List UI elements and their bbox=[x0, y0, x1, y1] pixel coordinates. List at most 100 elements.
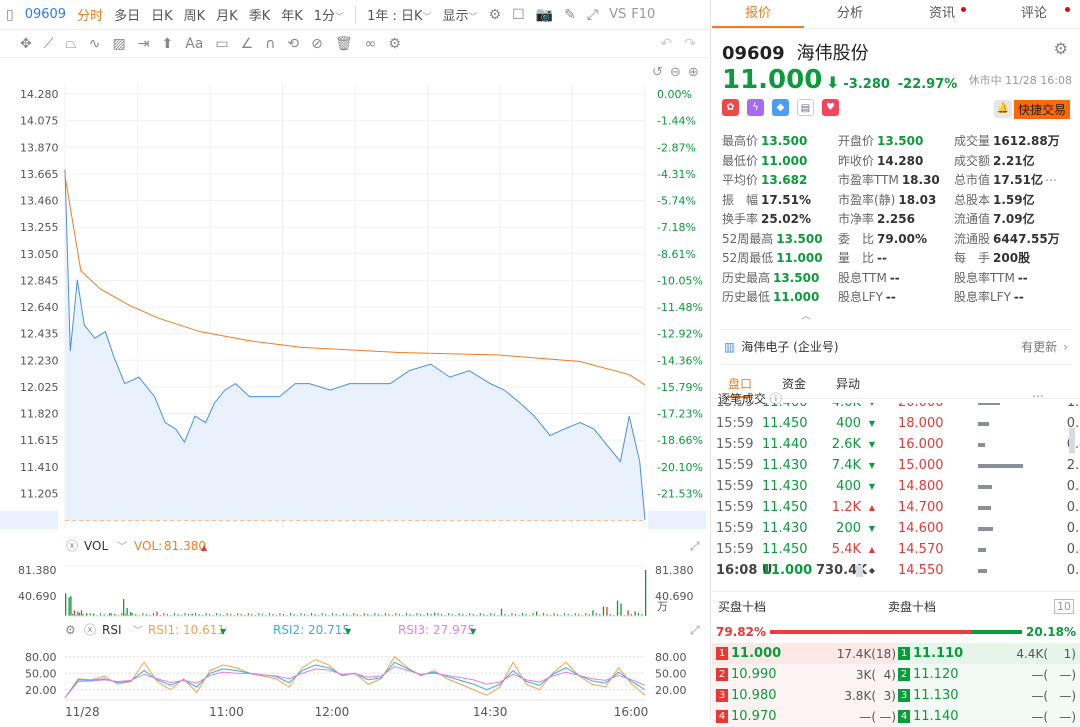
price-chart[interactable]: ↺ ⊖ ⊕ 14.280 0.00% 14.075 -1.44% 13.870 -2.87% 13… bbox=[0, 58, 710, 718]
f10-button[interactable]: F10 bbox=[631, 7, 655, 22]
tab-multiday[interactable]: 多日 bbox=[114, 5, 140, 24]
price-distribution-row: 14.550 0.54% bbox=[898, 560, 1080, 581]
lightning-icon[interactable]: ϟ bbox=[747, 99, 764, 116]
alert-bell-icon[interactable]: 🔔 bbox=[994, 100, 1012, 118]
drawing-toolbar: ✥ ⟋ ⏢ ∿ ▨ ⇥ ⬆ Aa ▭ ∠ ∩ ⟲ ⊘ 🗑 ∞ ⚙ ↶ ↷ bbox=[0, 30, 710, 58]
favorite-heart-icon[interactable]: ♥ bbox=[822, 99, 839, 116]
tab-news[interactable]: 资讯 bbox=[896, 0, 988, 28]
trade-price: 11.450 bbox=[762, 416, 808, 431]
tag-icon[interactable]: ◆ bbox=[772, 99, 789, 116]
tab-quote[interactable]: 报价 bbox=[712, 0, 804, 28]
hk-flag-icon[interactable]: ✿ bbox=[722, 99, 739, 116]
volume-bar bbox=[634, 611, 636, 616]
fib-tool-icon[interactable]: ▨ bbox=[112, 36, 125, 52]
zoom-out-icon: ⊖ bbox=[670, 65, 681, 80]
bid-volume: 3.8K( bbox=[844, 688, 876, 703]
down-arrow-icon: ⬇ bbox=[826, 73, 840, 92]
volume-bar bbox=[65, 593, 67, 616]
enterprise-name: 海伟电子 (企业号) bbox=[741, 340, 839, 354]
tab-daily[interactable]: 日K bbox=[151, 5, 173, 24]
overlay-icon[interactable]: ∞ bbox=[365, 36, 377, 52]
stat-label: 量 比 bbox=[838, 251, 875, 265]
sync-icon[interactable]: ⟲ bbox=[287, 36, 299, 52]
trade-time: 15:59 bbox=[716, 416, 754, 431]
fullscreen-icon[interactable]: ⤢ bbox=[587, 7, 598, 23]
tab-intraday[interactable]: 分时 bbox=[77, 5, 103, 24]
stat-label: 流通股 bbox=[954, 231, 991, 246]
depth-button[interactable]: 10 bbox=[1054, 599, 1074, 614]
hide-icon[interactable]: ⊘ bbox=[311, 36, 323, 52]
vol-tick-right: 81.380 bbox=[655, 564, 694, 577]
bid-ratio: 79.82% bbox=[716, 625, 766, 639]
more-icon[interactable]: ⋯ bbox=[1045, 173, 1057, 187]
angle-icon[interactable]: ∠ bbox=[241, 36, 254, 52]
dist-bar bbox=[978, 505, 991, 510]
down-triangle-icon: ▼ bbox=[868, 461, 875, 470]
dist-price: 14.600 bbox=[898, 521, 944, 536]
dist-bar bbox=[978, 526, 994, 531]
building-icon: ▥ bbox=[724, 339, 736, 354]
range-tool-icon[interactable]: ⇥ bbox=[138, 36, 150, 52]
dist-pct: 0.68% bbox=[1066, 416, 1080, 431]
note-icon[interactable]: ▤ bbox=[797, 99, 814, 116]
collapse-chevron-icon[interactable]: ︿ bbox=[532, 307, 1080, 322]
trade-time: 15:59 bbox=[716, 437, 754, 452]
tab-comments[interactable]: 评论 bbox=[988, 0, 1080, 28]
price-tick: 11.615 bbox=[20, 434, 59, 447]
vs-button[interactable]: VS bbox=[609, 7, 626, 22]
magnet-icon[interactable]: ∩ bbox=[265, 36, 275, 52]
subtab-movement[interactable]: 异动 bbox=[836, 375, 860, 392]
undo-icon[interactable]: ↶ bbox=[661, 36, 673, 52]
settings-icon[interactable]: ⚙ bbox=[388, 36, 401, 52]
display-select[interactable]: 显示﹀ bbox=[443, 5, 478, 24]
settings-icon[interactable]: ⚙ bbox=[489, 7, 502, 23]
rsi-tick-right: 80.00 bbox=[655, 651, 687, 664]
wave-tool-icon[interactable]: ∿ bbox=[89, 36, 101, 52]
stat-item: 量 比 -- bbox=[838, 249, 954, 268]
bid-price: 10.990 bbox=[731, 667, 777, 682]
tab-quarterly[interactable]: 季K bbox=[249, 5, 271, 24]
move-icon[interactable]: ✥ bbox=[20, 36, 32, 52]
dist-price: 14.800 bbox=[898, 479, 944, 494]
stat-value: -- bbox=[885, 290, 896, 304]
price-distribution-row: 16.000 0.44% bbox=[898, 434, 1080, 455]
interval-select[interactable]: 1分﹀ bbox=[314, 5, 344, 24]
subtab-capital[interactable]: 资金 bbox=[782, 375, 806, 392]
range-select[interactable]: 1年 : 日K﹀ bbox=[367, 5, 431, 24]
stock-code: 09609 bbox=[24, 7, 67, 22]
camera-icon[interactable]: 📷 bbox=[536, 7, 553, 23]
tab-yearly[interactable]: 年K bbox=[281, 5, 303, 24]
distribution-scrollbar[interactable] bbox=[1069, 428, 1075, 453]
trades-scrollbar[interactable] bbox=[856, 565, 863, 577]
text-tool-icon[interactable]: Aa bbox=[185, 36, 203, 52]
enterprise-account-link[interactable]: ▥ 海伟电子 (企业号) 有更新 › bbox=[720, 328, 1072, 365]
tab-analysis[interactable]: 分析 bbox=[804, 0, 896, 28]
layout-icon[interactable]: ☐ bbox=[512, 7, 525, 23]
tab-weekly[interactable]: 周K bbox=[184, 5, 206, 24]
dist-pct: 0.49% bbox=[1066, 542, 1080, 557]
time-label: 11:00 bbox=[209, 705, 244, 718]
more-icon[interactable]: ⋯ bbox=[1032, 389, 1044, 403]
stat-item: 市盈率(静) 18.03 bbox=[838, 191, 954, 210]
settings-icon[interactable]: ⚙ bbox=[1054, 39, 1068, 58]
quick-trade-button[interactable]: 快捷交易 bbox=[1013, 100, 1070, 119]
tab-monthly[interactable]: 月K bbox=[216, 5, 238, 24]
stat-label: 流通值 bbox=[954, 212, 991, 226]
stat-value: 18.30 bbox=[901, 173, 940, 187]
pencil-icon[interactable]: ✎ bbox=[564, 7, 576, 23]
polygon-tool-icon[interactable]: ⏢ bbox=[66, 36, 77, 52]
trash-icon[interactable]: 🗑 bbox=[335, 36, 353, 52]
price-tick: 12.845 bbox=[20, 274, 59, 287]
pct-tick: 0.00% bbox=[657, 88, 692, 101]
stat-value: 18.03 bbox=[898, 192, 937, 207]
dist-pct: 0.78% bbox=[1066, 500, 1080, 515]
arrow-up-tool-icon[interactable]: ⬆ bbox=[161, 36, 173, 52]
panel-toggle-icon[interactable]: ▯ bbox=[6, 7, 14, 23]
comment-tool-icon[interactable]: ▭ bbox=[215, 36, 228, 52]
line-tool-icon[interactable]: ⟋ bbox=[44, 36, 54, 52]
time-label: 11/28 bbox=[65, 705, 100, 718]
rsi-r3-label: RSI3: bbox=[398, 623, 429, 637]
volume-bar bbox=[616, 600, 619, 616]
price-tick: 13.050 bbox=[20, 248, 59, 261]
redo-icon[interactable]: ↷ bbox=[684, 36, 696, 52]
